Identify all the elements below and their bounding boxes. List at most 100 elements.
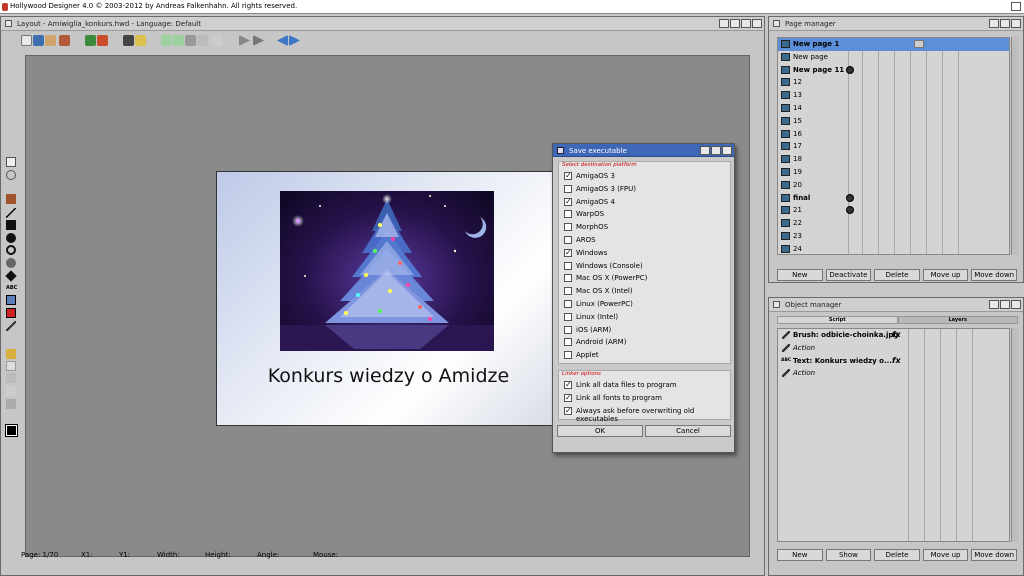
platform-option[interactable]: Linux (Intel) bbox=[561, 311, 729, 324]
close-icon[interactable] bbox=[5, 20, 12, 27]
platform-option[interactable]: Windows (Console) bbox=[561, 260, 729, 273]
page-list-item[interactable]: 17 bbox=[778, 140, 1009, 153]
layout-title-bar[interactable]: Layout - Amiwiglia_konkurs.hwd - Languag… bbox=[1, 17, 764, 31]
circle-tool-icon[interactable] bbox=[6, 233, 16, 243]
page-list-item[interactable]: New page 11 bbox=[778, 64, 1009, 77]
platform-option[interactable]: Linux (PowerPC) bbox=[561, 298, 729, 311]
arc-tool-icon[interactable] bbox=[6, 245, 16, 255]
project-icon[interactable] bbox=[85, 35, 96, 46]
page-manager-title-bar[interactable]: Page manager bbox=[769, 17, 1023, 31]
zoom-icon[interactable] bbox=[741, 19, 751, 28]
move-up-button[interactable]: Move up bbox=[922, 269, 969, 281]
platform-checkbox[interactable] bbox=[564, 172, 572, 180]
export-icon[interactable] bbox=[135, 35, 146, 46]
copy-icon[interactable] bbox=[197, 35, 208, 46]
redo-icon[interactable] bbox=[173, 35, 184, 46]
trash-tool-icon[interactable] bbox=[6, 399, 16, 409]
move-up-button[interactable]: Move up bbox=[922, 549, 969, 561]
depth-icon[interactable] bbox=[722, 146, 732, 155]
page-list-item[interactable]: 24 bbox=[778, 243, 1009, 256]
close-icon[interactable] bbox=[557, 147, 564, 154]
zoom-tool-icon[interactable] bbox=[6, 170, 16, 180]
video-tool-icon[interactable] bbox=[6, 308, 16, 318]
next-page-icon[interactable] bbox=[289, 35, 300, 46]
platform-checkbox[interactable] bbox=[564, 274, 572, 283]
delete-page-button[interactable]: Delete bbox=[874, 269, 920, 281]
platform-checkbox[interactable] bbox=[564, 338, 572, 347]
page-list-scrollbar[interactable] bbox=[1011, 37, 1018, 255]
snapshot-icon[interactable] bbox=[730, 19, 740, 28]
slide-page[interactable]: Konkurs wiedzy o Amidze bbox=[216, 171, 561, 426]
zoom-icon[interactable] bbox=[1000, 19, 1010, 28]
platform-checkbox[interactable] bbox=[564, 287, 572, 296]
play-icon[interactable] bbox=[239, 35, 250, 46]
page-list-item[interactable]: 18 bbox=[778, 153, 1009, 166]
object-list-scrollbar[interactable] bbox=[1011, 328, 1018, 542]
platform-option[interactable]: AmigaOS 3 bbox=[561, 170, 729, 183]
platform-option[interactable]: MorphOS bbox=[561, 221, 729, 234]
iconify-icon[interactable] bbox=[719, 19, 729, 28]
page-list-item[interactable]: 19 bbox=[778, 166, 1009, 179]
linker-checkbox[interactable] bbox=[564, 393, 572, 402]
platform-option[interactable]: AROS bbox=[561, 234, 729, 247]
move-down-button[interactable]: Move down bbox=[971, 269, 1017, 281]
cut-icon[interactable] bbox=[185, 35, 196, 46]
page-list-item[interactable]: New page bbox=[778, 51, 1009, 64]
effects-icon[interactable]: fx bbox=[892, 330, 901, 339]
brush-tool-icon[interactable] bbox=[6, 194, 16, 204]
page-list-item[interactable]: 23 bbox=[778, 230, 1009, 243]
clone-tool-icon[interactable] bbox=[6, 373, 16, 383]
select-tool-icon[interactable] bbox=[6, 157, 16, 167]
linker-checkbox[interactable] bbox=[564, 406, 572, 415]
show-button[interactable]: Show bbox=[825, 549, 872, 561]
delete-object-button[interactable]: Delete bbox=[874, 549, 920, 561]
new-page-button[interactable]: New bbox=[777, 269, 823, 281]
close-icon[interactable] bbox=[773, 20, 780, 27]
pen-tool-icon[interactable] bbox=[6, 321, 16, 331]
object-list-item[interactable]: ABC Text: Konkurs wiedzy o... fx bbox=[778, 355, 1009, 368]
move-down-button[interactable]: Move down bbox=[971, 549, 1017, 561]
platform-checkbox[interactable] bbox=[564, 300, 572, 308]
image-tool-icon[interactable] bbox=[6, 295, 16, 305]
dialog-title-bar[interactable]: Save executable bbox=[553, 144, 734, 157]
iconify-icon[interactable] bbox=[989, 300, 999, 309]
fill-tool-icon[interactable] bbox=[6, 349, 16, 359]
page-list-item[interactable]: final bbox=[778, 192, 1009, 205]
platform-option[interactable]: Mac OS X (PowerPC) bbox=[561, 272, 729, 285]
platform-checkbox[interactable] bbox=[564, 325, 572, 334]
close-icon[interactable] bbox=[773, 301, 780, 308]
ok-button[interactable]: OK bbox=[557, 425, 643, 437]
page-list-item[interactable]: 13 bbox=[778, 89, 1009, 102]
platform-option[interactable]: Android (ARM) bbox=[561, 336, 729, 349]
depth-icon[interactable] bbox=[1011, 19, 1021, 28]
open-icon[interactable] bbox=[45, 35, 56, 46]
tab-script[interactable]: Script bbox=[777, 316, 898, 324]
object-list-item[interactable]: Brush: odbicie-choinka.jpg fx bbox=[778, 329, 1009, 342]
page-list-item[interactable]: 21 bbox=[778, 204, 1009, 217]
color-swatch[interactable] bbox=[5, 424, 18, 437]
paste-icon[interactable] bbox=[211, 35, 222, 46]
cancel-button[interactable]: Cancel bbox=[645, 425, 731, 437]
zoom-icon[interactable] bbox=[1000, 300, 1010, 309]
platform-checkbox[interactable] bbox=[564, 184, 572, 193]
layer-tool-icon[interactable] bbox=[6, 386, 16, 396]
object-list-item[interactable]: Action bbox=[778, 342, 1009, 355]
object-list-item[interactable]: Action bbox=[778, 367, 1009, 380]
rectangle-tool-icon[interactable] bbox=[6, 220, 16, 230]
page-list-item[interactable]: 14 bbox=[778, 102, 1009, 115]
linker-option[interactable]: Always ask before overwriting old execut… bbox=[561, 405, 729, 423]
platform-checkbox[interactable] bbox=[564, 223, 572, 232]
platform-checkbox[interactable] bbox=[564, 210, 572, 219]
deactivate-button[interactable]: Deactivate bbox=[825, 269, 872, 281]
platform-option[interactable]: iOS (ARM) bbox=[561, 324, 729, 337]
settings-icon[interactable] bbox=[97, 35, 108, 46]
platform-checkbox[interactable] bbox=[564, 236, 572, 244]
gear-tool-icon[interactable] bbox=[6, 258, 16, 268]
page-list-item[interactable]: 20 bbox=[778, 179, 1009, 192]
slide-heading[interactable]: Konkurs wiedzy o Amidze bbox=[217, 365, 560, 387]
tab-layers[interactable]: Layers bbox=[897, 316, 1018, 324]
zoom-icon[interactable] bbox=[711, 146, 721, 155]
object-manager-title-bar[interactable]: Object manager bbox=[769, 298, 1023, 312]
iconify-icon[interactable] bbox=[989, 19, 999, 28]
new-file-icon[interactable] bbox=[21, 35, 32, 46]
